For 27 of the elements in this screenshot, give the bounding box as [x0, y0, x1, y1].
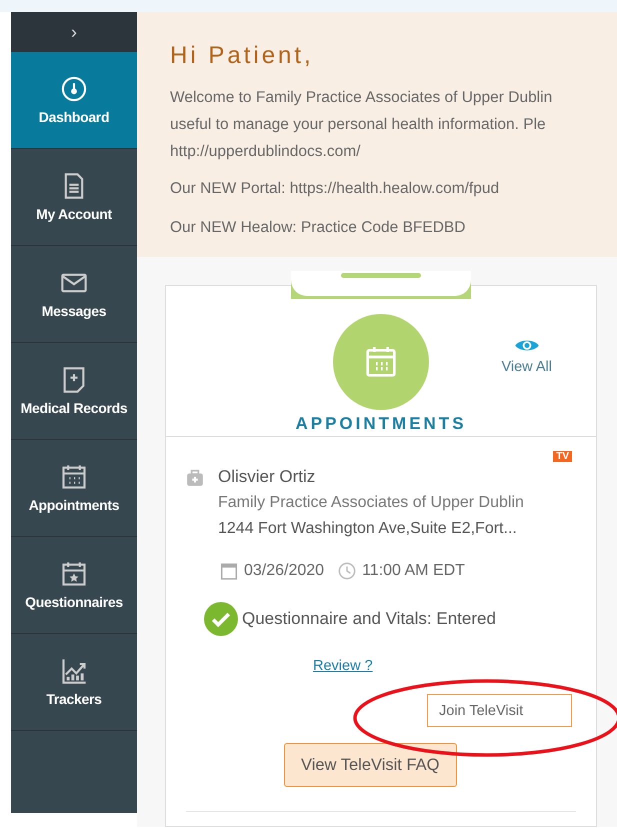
portal-note: Our NEW Portal: https://health.healow.com/fpud: [170, 179, 500, 199]
gauge-icon: [60, 75, 88, 103]
status-text: Questionnaire and Vitals: Entered: [242, 609, 496, 629]
provider-name: Olisvier Ortiz: [218, 466, 316, 488]
appointment-time: 11:00 AM EDT: [362, 562, 465, 580]
clock-icon: [338, 562, 356, 580]
portal-note: Our NEW Healow: Practice Code BFEDBD: [170, 218, 466, 238]
televisit-badge: TV: [553, 451, 572, 462]
expand-toggle[interactable]: ›: [11, 12, 137, 52]
calendar-icon: [60, 463, 88, 491]
review-link[interactable]: Review ?: [313, 658, 373, 674]
calendar-icon: [220, 562, 238, 580]
greeting: Hi Patient,: [170, 42, 315, 70]
sidebar-item[interactable]: Dashboard: [11, 52, 137, 149]
practice-name: Family Practice Associates of Upper Dublin: [218, 493, 524, 513]
appointment-date: 03/26/2020: [244, 562, 324, 580]
check-icon: [204, 602, 238, 636]
view-all-link[interactable]: View All: [501, 338, 552, 375]
chart-icon: [60, 657, 88, 685]
card-title: APPOINTMENTS: [295, 414, 467, 434]
calendar-star-icon: [60, 560, 88, 588]
eye-icon: [514, 338, 540, 353]
medical-bag-icon: [186, 469, 204, 487]
televisit-faq-button[interactable]: View TeleVisit FAQ: [284, 743, 456, 787]
welcome-text: Welcome to Family Practice Associates of Upper Dublin useful to manage your personal health information. Ple http://upperdublindocs.com/: [170, 88, 554, 162]
address: 1244 Fort Washington Ave,Suite E2,Fort...: [218, 519, 518, 539]
join-televisit-button[interactable]: Join TeleVisit: [427, 694, 572, 727]
